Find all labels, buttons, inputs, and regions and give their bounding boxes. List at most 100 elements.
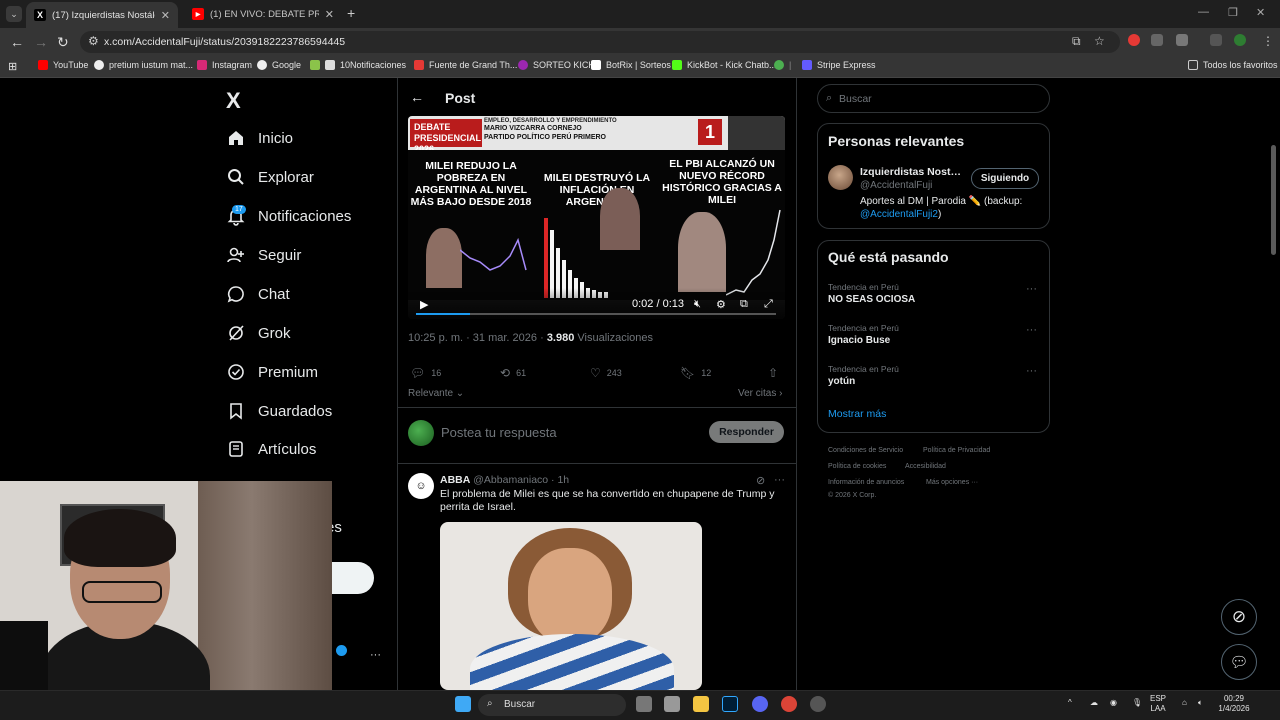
volume-icon[interactable]: 🔇︎ [694, 298, 701, 311]
account-menu-icon[interactable]: ··· [370, 649, 381, 661]
trend-more-icon[interactable]: ··· [1026, 365, 1037, 377]
reply-author[interactable]: ABBA @Abbamaniaco · 1h [440, 474, 569, 486]
all-bookmarks[interactable]: Todos los favoritos [1188, 60, 1278, 70]
discord-icon[interactable] [752, 696, 768, 712]
repost-action[interactable]: ⟲ 61 [500, 366, 526, 380]
tab-close-icon[interactable]: ✕ [325, 8, 334, 21]
bookmark-star-icon[interactable]: ☆ [1094, 34, 1105, 48]
play-icon[interactable]: ▶ [420, 298, 428, 311]
bookmark-green[interactable]: | [774, 60, 791, 70]
reply-input[interactable]: Postea tu respuesta [441, 425, 557, 440]
footer-privacy[interactable]: Política de Privacidad [923, 447, 990, 454]
video-progress[interactable] [416, 313, 776, 315]
nav-guardados[interactable]: Guardados [226, 398, 332, 424]
like-action[interactable]: ♡ 243 [590, 366, 622, 380]
forward-icon[interactable]: → [34, 34, 48, 50]
chrome-icon[interactable] [781, 696, 797, 712]
bookmark-google[interactable]: Google [257, 60, 301, 70]
new-tab-button[interactable]: + [347, 5, 355, 21]
photoshop-icon[interactable] [722, 696, 738, 712]
x-logo[interactable]: X [226, 88, 241, 114]
reply-action[interactable]: 💬︎ 16 [410, 366, 441, 380]
sort-dropdown[interactable]: Relevante ⌄ [408, 388, 464, 399]
nav-inicio[interactable]: Inicio [226, 125, 293, 151]
tab-youtube[interactable]: ▶ (1) EN VIVO: DEBATE PRESIDEN ✕ [184, 2, 342, 26]
extension-red-icon[interactable] [1128, 34, 1140, 46]
extensions-puzzle-icon[interactable] [1176, 34, 1188, 46]
extension-icon[interactable] [1151, 34, 1163, 46]
site-info-icon[interactable]: ⚙ [88, 34, 99, 48]
bookmark-pretium[interactable]: pretium iustum mat... [94, 60, 193, 70]
trend-more-icon[interactable]: ··· [1026, 324, 1037, 336]
fullscreen-icon[interactable]: ⤢ [764, 298, 773, 311]
volume-icon[interactable]: 🔈︎ [1198, 698, 1203, 708]
trend-more-icon[interactable]: ··· [1026, 283, 1037, 295]
nav-seguir[interactable]: Seguir [226, 242, 301, 268]
bio-link[interactable]: @AccidentalFuji2 [860, 209, 938, 220]
pip-icon[interactable]: ⧉ [740, 298, 748, 311]
bookmark-kickbot[interactable]: KickBot - Kick Chatb... [672, 60, 777, 70]
settings-icon[interactable]: ⚙ [716, 298, 726, 311]
nav-explorar[interactable]: Explorar [226, 164, 314, 190]
tab-groups-icon[interactable] [1210, 34, 1222, 46]
video-player[interactable]: DEBATE PRESIDENCIAL 2026 EMPLEO, DESARRO… [408, 116, 785, 319]
task-view-icon[interactable] [636, 696, 652, 712]
person-name[interactable]: Izquierdistas Nostá... [860, 166, 964, 178]
reply-avatar[interactable]: ☺ [408, 473, 434, 499]
app-icon[interactable] [664, 696, 680, 712]
chrome-menu-icon[interactable]: ⋮ [1262, 34, 1274, 48]
show-more-link[interactable]: Mostrar más [828, 408, 886, 420]
close-window-icon[interactable]: ✕ [1256, 6, 1265, 19]
tray-icon[interactable]: ☁ [1090, 698, 1098, 708]
bookmark-action[interactable]: 🔖︎ 12 [680, 366, 711, 380]
tray-chevron-icon[interactable]: ^ [1068, 698, 1072, 708]
bookmark-sorteo-kick[interactable]: SORTEO KICK [518, 60, 594, 70]
nav-chat[interactable]: Chat [226, 281, 290, 307]
mic-icon[interactable]: 🎙︎ [1132, 698, 1142, 708]
more-options-icon[interactable]: ··· [774, 474, 785, 486]
bookmark-notificaciones[interactable]: 10Notificaciones [310, 60, 406, 70]
app-icon[interactable] [810, 696, 826, 712]
minimize-icon[interactable]: — [1198, 6, 1209, 18]
page-scrollbar[interactable] [1271, 145, 1276, 255]
profile-avatar[interactable] [1234, 34, 1246, 46]
url-text[interactable]: x.com/AccidentalFuji/status/203918222378… [104, 36, 345, 48]
share-action[interactable]: ⇧ [768, 366, 784, 380]
tab-search-button[interactable]: ⌄ [6, 6, 22, 22]
grok-fab[interactable]: ⊘ [1221, 599, 1257, 635]
install-app-icon[interactable]: ⧉ [1072, 34, 1081, 49]
person-handle[interactable]: @AccidentalFuji [860, 180, 932, 191]
nav-articulos[interactable]: Artículos [226, 436, 316, 462]
footer-more-options[interactable]: Más opciones ··· [926, 479, 978, 486]
nav-premium[interactable]: Premium [226, 359, 318, 385]
tray-icon[interactable]: ◉ [1110, 698, 1117, 708]
footer-ads-info[interactable]: Información de anuncios [828, 479, 904, 486]
trend-name[interactable]: Ignacio Buse [828, 335, 890, 346]
apps-grid-icon[interactable]: ⊞ [8, 60, 17, 73]
trend-name[interactable]: yotún [828, 376, 855, 387]
chat-fab[interactable]: 💬︎ [1221, 644, 1257, 680]
reply-button[interactable]: Responder [709, 421, 784, 443]
bookmark-stripe[interactable]: Stripe Express [802, 60, 876, 70]
taskbar-search[interactable] [478, 694, 626, 716]
reply-image[interactable] [440, 522, 702, 690]
windows-start-icon[interactable] [455, 696, 471, 712]
bookmark-botrix[interactable]: BotRix | Sorteos [591, 60, 671, 70]
view-quotes-link[interactable]: Ver citas › [738, 388, 782, 399]
footer-cookies[interactable]: Política de cookies [828, 463, 886, 470]
restore-icon[interactable]: ❐ [1228, 6, 1238, 19]
network-icon[interactable]: ⌂ [1182, 698, 1187, 708]
bookmark-youtube[interactable]: YouTube [38, 60, 88, 70]
tab-active[interactable]: X (17) Izquierdistas Nostálgicos D ✕ [26, 2, 178, 28]
search-input[interactable]: Buscar [839, 93, 872, 105]
footer-terms[interactable]: Condiciones de Servicio [828, 447, 903, 454]
keyboard-language[interactable]: ESP LAA [1150, 694, 1166, 714]
following-button[interactable]: Siguiendo [971, 168, 1039, 189]
bookmark-instagram[interactable]: Instagram [197, 60, 252, 70]
nav-grok[interactable]: Grok [226, 320, 291, 346]
bookmark-gta[interactable]: Fuente de Grand Th... [414, 60, 517, 70]
clock[interactable]: 00:29 1/4/2026 [1214, 694, 1254, 714]
back-arrow-icon[interactable]: ← [410, 89, 424, 105]
trend-name[interactable]: NO SEAS OCIOSA [828, 294, 915, 305]
back-icon[interactable]: ← [10, 34, 24, 50]
